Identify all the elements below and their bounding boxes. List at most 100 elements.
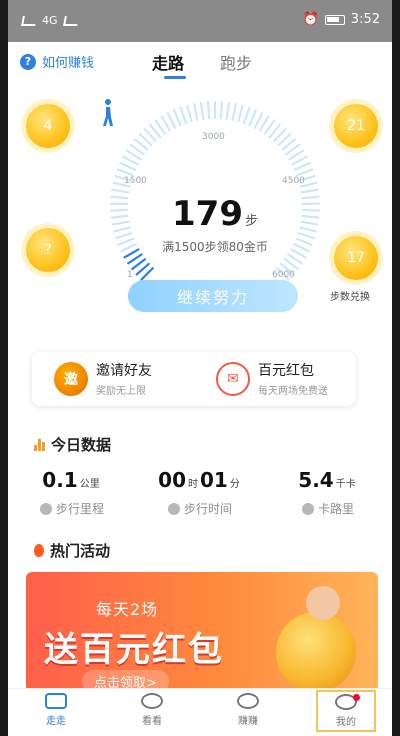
gauge-tick-6000: 6000	[272, 270, 295, 280]
gauge-dial	[109, 100, 321, 281]
person-illustration	[306, 586, 340, 620]
gauge-tick-mark	[111, 188, 130, 194]
nav-watch-label: 看看	[142, 716, 162, 727]
gauge-tick-mark	[116, 168, 134, 177]
fire-icon	[34, 544, 44, 557]
minutes-value: 01	[200, 468, 228, 492]
battery-icon	[324, 14, 345, 25]
calories-label: 卡路里	[317, 502, 354, 516]
nav-walk[interactable]: 走走	[26, 693, 86, 727]
gauge-tick-mark	[242, 106, 251, 125]
tab-indicator	[164, 76, 186, 79]
step-count-unit: 步	[244, 214, 258, 229]
shoe-icon	[45, 693, 67, 709]
invite-subtitle: 奖励无上限	[96, 386, 146, 397]
gauge-tick-mark	[206, 101, 211, 120]
gauge-tick-mark	[193, 103, 199, 121]
tab-run[interactable]: 跑步	[220, 50, 252, 74]
how-to-earn-label: 如何赚钱	[42, 56, 95, 71]
gauge-tick-mark	[300, 188, 319, 194]
location-icon	[39, 502, 52, 515]
stat-time: 00 时 01 分 步行时间	[136, 468, 264, 517]
continue-button[interactable]: 继续努力	[128, 280, 298, 312]
step-gauge: 1 1500 3000 4500 6000 179 步 满1500步领80金币	[100, 98, 330, 288]
today-data-heading: 今日数据	[34, 434, 111, 455]
nav-earn-label: 赚赚	[238, 716, 258, 727]
bottom-nav: 走走 看看 赚赚 我的	[8, 688, 392, 736]
clock-icon	[167, 502, 180, 515]
network-type: 4G	[42, 14, 58, 27]
promo-card: 邀 邀请好友 奖励无上限 ✉ 百元红包 每天两场免费送	[32, 352, 356, 406]
gauge-tick-mark	[199, 101, 205, 120]
gauge-tick-3000: 3000	[202, 132, 225, 142]
gauge-tick-mark	[231, 103, 237, 121]
signal-icon	[21, 15, 37, 26]
invite-friends-entry[interactable]: 邀 邀请好友 奖励无上限	[54, 360, 152, 397]
gauge-tick-mark	[253, 112, 264, 129]
today-data-title: 今日数据	[51, 436, 112, 454]
top-nav: ? 如何赚钱 走路 跑步	[8, 42, 392, 82]
clock: 3:52	[350, 12, 380, 27]
gauge-tick-mark	[160, 115, 171, 132]
gauge-tick-mark	[291, 155, 308, 166]
wifi-icon	[62, 15, 79, 26]
time-label: 步行时间	[183, 502, 232, 516]
app-screen: 4G ⏰ 3:52 ? 如何赚钱 走路 跑步 4 ? 21 17 步数兑换 1 …	[8, 0, 392, 736]
notification-dot	[353, 694, 360, 701]
nav-mine-label: 我的	[336, 717, 356, 728]
eye-icon	[141, 693, 163, 709]
alarm-icon: ⏰	[302, 12, 319, 27]
coin-bubble-mid-left[interactable]: ?	[26, 228, 70, 272]
nav-walk-label: 走走	[46, 716, 66, 727]
nav-earn[interactable]: 赚赚	[218, 693, 278, 727]
distance-value: 0.1	[42, 468, 78, 492]
distance-unit: 公里	[79, 479, 100, 490]
gauge-tick-mark	[122, 155, 139, 166]
gauge-tick-mark	[248, 109, 257, 127]
invite-icon: 邀	[54, 361, 88, 396]
nav-watch[interactable]: 看看	[122, 693, 182, 727]
stat-calories: 5.4 千卡 卡路里	[264, 468, 392, 517]
stat-distance: 0.1 公里 步行里程	[8, 468, 136, 517]
hot-activity-title: 热门活动	[50, 542, 111, 560]
question-icon: ?	[20, 53, 36, 70]
gauge-tick-mark	[173, 109, 182, 127]
tab-walk[interactable]: 走路	[152, 50, 184, 74]
eye-icon	[237, 693, 259, 709]
gauge-tick-mark	[179, 106, 188, 125]
distance-label: 步行里程	[55, 502, 104, 516]
hot-activity-heading: 热门活动	[34, 540, 110, 561]
gauge-tick-mark	[296, 168, 314, 177]
calories-value: 5.4	[298, 468, 334, 492]
gauge-tick-mark	[287, 253, 303, 265]
gauge-tick-mark	[259, 115, 270, 132]
walker-icon	[103, 99, 113, 126]
step-count: 179 步	[100, 194, 330, 234]
gauge-tick-mark	[288, 149, 305, 161]
banner-headline: 送百元红包	[44, 630, 224, 670]
gauge-tick-mark	[186, 104, 193, 123]
gauge-tick-4500: 4500	[282, 176, 305, 186]
gauge-tick-mark	[237, 104, 244, 123]
banner-subtitle: 每天2场	[96, 600, 159, 619]
coin-bubble-top-right[interactable]: 21	[334, 104, 378, 148]
step-exchange-coin[interactable]: 17	[334, 236, 378, 280]
red-packet-title: 百元红包	[258, 363, 314, 379]
bar-chart-icon	[34, 438, 45, 451]
gauge-tick-mark	[127, 253, 143, 265]
gold-coin-illustration	[276, 612, 356, 692]
red-packet-banner[interactable]: 每天2场 送百元红包 点击领取>	[26, 572, 378, 692]
step-count-value: 179	[172, 194, 243, 234]
minutes-unit: 分	[229, 479, 240, 490]
gauge-tick-1: 1	[127, 270, 133, 280]
gauge-tick-mark	[125, 149, 142, 161]
coin-bubble-top-left[interactable]: 4	[26, 104, 70, 148]
calories-unit: 千卡	[335, 479, 356, 490]
flame-icon	[301, 502, 314, 515]
how-to-earn-link[interactable]: ? 如何赚钱	[20, 52, 94, 71]
step-reward-tip: 满1500步领80金币	[162, 240, 268, 254]
gauge-tick-1500: 1500	[124, 176, 147, 186]
status-bar: 4G ⏰ 3:52	[8, 0, 392, 42]
nav-mine[interactable]: 我的	[316, 690, 376, 732]
red-packet-entry[interactable]: ✉ 百元红包 每天两场免费送	[216, 360, 328, 397]
